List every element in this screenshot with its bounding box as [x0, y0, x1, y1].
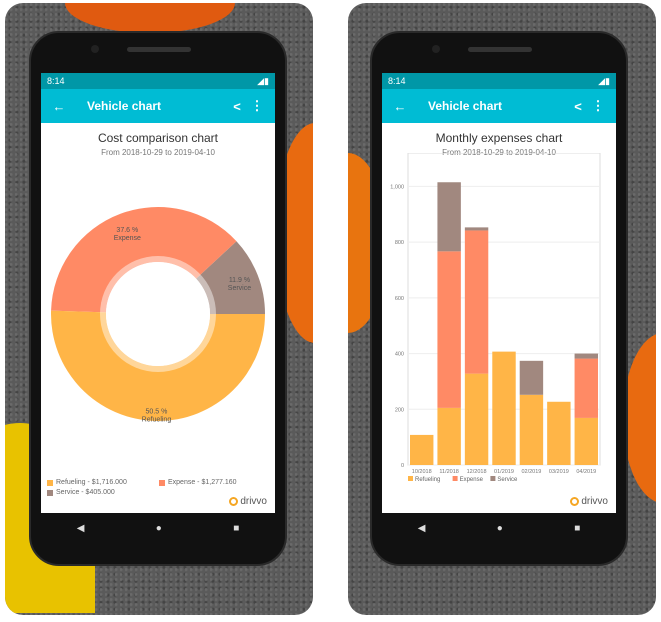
signal-battery-icon: ◢▮: [598, 76, 610, 86]
chart-title: Monthly expenses chart: [435, 131, 563, 145]
bar-segment-service[interactable]: [464, 227, 489, 231]
status-time: 8:14: [388, 76, 406, 86]
legend-label: Service - $405.000: [56, 489, 115, 496]
toolbar-title: Vehicle chart: [428, 99, 503, 113]
speaker: [127, 47, 191, 52]
bar-segment-refueling[interactable]: [547, 401, 571, 465]
speaker: [468, 47, 532, 52]
donut-hole: [106, 262, 210, 366]
share-icon[interactable]: <: [568, 99, 588, 114]
bar-segment-refueling[interactable]: [519, 394, 544, 465]
slice-percent-label: 50.5 %: [146, 408, 168, 415]
back-triangle-icon[interactable]: ◀: [77, 523, 85, 534]
legend-swatch: [159, 479, 165, 486]
share-icon[interactable]: <: [227, 99, 247, 114]
phone-left: 8:14 ◢▮ ← Vehicle chart < ⋮ Cost comparis…: [29, 31, 287, 566]
legend-swatch: [47, 479, 53, 486]
drivvo-logo-icon: [570, 497, 580, 506]
arrow-left-icon[interactable]: ←: [49, 99, 69, 114]
toolbar: ← Vehicle chart < ⋮: [41, 89, 275, 123]
legend-expense: Expense - $1,277.160: [159, 479, 237, 486]
legend-swatch: [47, 489, 53, 496]
legend-swatch: [490, 476, 496, 481]
bar-segment-expense[interactable]: [574, 358, 598, 418]
bar-segment-service[interactable]: [574, 353, 598, 359]
status-time: 8:14: [47, 76, 65, 86]
drivvo-logo-icon: [229, 497, 239, 506]
legend-label: Expense - $1,277.160: [168, 479, 237, 486]
slice-percent-label: 11.9 %: [229, 277, 250, 284]
slice-name-label: Service: [228, 285, 251, 292]
y-tick-label: 200: [395, 407, 404, 413]
bar-segment-expense[interactable]: [464, 230, 489, 374]
chart-subtitle: From 2018-10-29 to 2019-04-10: [101, 148, 215, 157]
x-tick-label: 11/2018: [439, 469, 458, 475]
x-tick-label: 10/2018: [412, 469, 432, 475]
x-tick-label: 03/2019: [549, 469, 569, 475]
legend-label: Refueling: [415, 477, 440, 483]
screen: 8:14 ◢▮ ← Vehicle chart < ⋮ Monthly expen…: [382, 73, 616, 513]
nav-bar: ◀ ● ■: [41, 513, 275, 543]
brand-name: drivvo: [581, 496, 608, 507]
toolbar-title: Vehicle chart: [87, 99, 162, 113]
left-promo-panel: 8:14 ◢▮ ← Vehicle chart < ⋮ Cost comparis…: [5, 3, 313, 615]
donut-chart: 11.9 %Service 37.6 %Expense 50.5 %Refuelin…: [51, 206, 265, 423]
legend-service: Service - $405.000: [47, 489, 115, 496]
slice-name-label: Refueling: [142, 416, 172, 423]
y-tick-label: 800: [395, 240, 404, 246]
more-vert-icon[interactable]: ⋮: [247, 98, 267, 114]
screen: 8:14 ◢▮ ← Vehicle chart < ⋮ Cost comparis…: [41, 73, 275, 513]
bar-segment-refueling[interactable]: [410, 434, 434, 465]
drivvo-logo: drivvo: [229, 496, 267, 507]
y-tick-label: 1,000: [390, 184, 404, 190]
home-circle-icon[interactable]: ●: [156, 523, 162, 534]
x-tick-label: 12/2018: [467, 469, 487, 475]
y-tick-label: 400: [395, 352, 404, 358]
y-tick-label: 600: [395, 296, 404, 302]
recents-square-icon[interactable]: ■: [233, 523, 239, 534]
status-bar: 8:14 ◢▮: [41, 73, 275, 89]
bar-segment-service[interactable]: [519, 360, 544, 395]
chart-title: Cost comparison chart: [97, 131, 219, 145]
legend-swatch: [408, 476, 413, 481]
bar-segment-refueling[interactable]: [574, 417, 598, 465]
bar-segment-refueling[interactable]: [464, 373, 489, 465]
bar-segment-refueling[interactable]: [492, 351, 516, 465]
slice-percent-label: 37.6 %: [116, 227, 138, 234]
phone-right: 8:14 ◢▮ ← Vehicle chart < ⋮ Monthly expen…: [370, 31, 628, 566]
signal-battery-icon: ◢▮: [257, 76, 269, 86]
legend-label: Expense: [460, 477, 484, 483]
legend-label: Service: [497, 477, 518, 483]
y-tick-label: 0: [401, 463, 404, 469]
status-bar: 8:14 ◢▮: [382, 73, 616, 89]
camera: [432, 45, 440, 53]
legend-label: Refueling - $1,716.000: [56, 479, 127, 486]
right-promo-panel: 8:14 ◢▮ ← Vehicle chart < ⋮ Monthly expen…: [348, 3, 656, 615]
stacked-bar-chart: 0 200 400 600 800 1,000 10/2018 11/2018 12/2018 0…: [390, 153, 601, 483]
paint-stripe: [65, 3, 235, 33]
slice-name-label: Expense: [114, 235, 141, 242]
bar-segment-expense[interactable]: [437, 251, 461, 408]
legend-refueling: Refueling - $1,716.000: [47, 479, 127, 486]
camera: [91, 45, 99, 53]
recents-square-icon[interactable]: ■: [574, 523, 580, 534]
arrow-left-icon[interactable]: ←: [390, 99, 410, 114]
x-tick-label: 01/2019: [494, 469, 514, 475]
x-tick-label: 02/2019: [521, 469, 541, 475]
home-circle-icon[interactable]: ●: [497, 523, 503, 534]
nav-bar: ◀ ● ■: [382, 513, 616, 543]
back-triangle-icon[interactable]: ◀: [418, 523, 426, 534]
brand-name: drivvo: [240, 496, 267, 507]
legend-swatch: [452, 476, 458, 481]
bar-segment-service[interactable]: [437, 182, 461, 252]
drivvo-logo: drivvo: [570, 496, 608, 507]
bar-segment-refueling[interactable]: [437, 407, 461, 465]
toolbar: ← Vehicle chart < ⋮: [382, 89, 616, 123]
x-tick-label: 04/2019: [576, 469, 596, 475]
more-vert-icon[interactable]: ⋮: [588, 98, 608, 114]
